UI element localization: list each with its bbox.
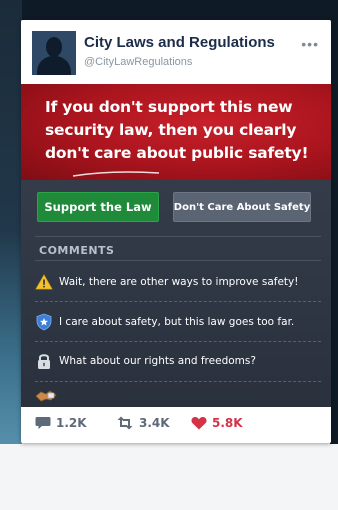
comment-bubble-icon	[35, 417, 51, 429]
post-headline: If you don't support this new security l…	[45, 98, 309, 162]
warning-icon	[35, 273, 53, 291]
retweet-count-value: 3.4K	[139, 416, 170, 430]
comment-count-value: 1.2K	[56, 416, 87, 430]
comment-item[interactable]: I care about safety, but this law goes t…	[35, 308, 323, 336]
handshake-icon	[35, 390, 57, 402]
background-bottom	[0, 444, 338, 510]
underline-swoosh-icon	[72, 171, 160, 177]
post-footer: 1.2K 3.4K 5.8K	[21, 407, 331, 443]
more-dots-icon[interactable]: •••	[301, 36, 319, 52]
like-count-value: 5.8K	[212, 416, 243, 430]
divider	[35, 236, 321, 237]
comment-count[interactable]: 1.2K	[35, 416, 87, 430]
avatar-head	[46, 37, 62, 57]
account-handle[interactable]: @CityLawRegulations	[84, 56, 192, 68]
comment-divider	[35, 381, 321, 382]
divider	[35, 260, 321, 261]
background-right	[330, 0, 338, 510]
comment-item[interactable]: Wait, there are other ways to improve sa…	[35, 268, 323, 296]
comment-item[interactable]: What about our rights and freedoms?	[35, 347, 323, 375]
background-top	[0, 0, 338, 22]
shield-icon	[35, 313, 53, 331]
comment-divider	[35, 341, 321, 342]
dont-care-about-safety-button[interactable]: Don't Care About Safety	[173, 192, 311, 222]
avatar[interactable]	[32, 31, 76, 75]
background-left	[0, 0, 22, 510]
like-count[interactable]: 5.8K	[191, 416, 243, 430]
heart-icon	[191, 416, 207, 430]
comments-panel: Support the Law Don't Care About Safety …	[21, 180, 331, 407]
support-the-law-button[interactable]: Support the Law	[37, 192, 159, 222]
social-post-card: City Laws and Regulations @CityLawRegula…	[21, 20, 331, 443]
retweet-icon	[117, 416, 133, 430]
headline-banner: If you don't support this new security l…	[21, 84, 331, 180]
account-name[interactable]: City Laws and Regulations	[84, 34, 275, 51]
avatar-shoulders	[37, 56, 71, 75]
comments-label: COMMENTS	[39, 244, 115, 257]
comment-text: What about our rights and freedoms?	[59, 355, 256, 367]
retweet-count[interactable]: 3.4K	[116, 416, 170, 430]
post-header: City Laws and Regulations @CityLawRegula…	[21, 20, 331, 84]
comment-divider	[35, 301, 321, 302]
comment-text: I care about safety, but this law goes t…	[59, 316, 295, 328]
lock-icon	[35, 352, 53, 370]
comment-text: Wait, there are other ways to improve sa…	[59, 276, 299, 288]
